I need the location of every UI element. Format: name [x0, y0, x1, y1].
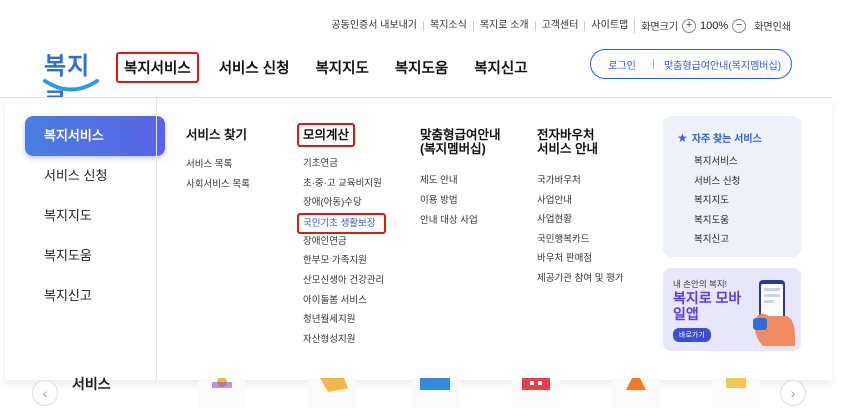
carousel-item-icon[interactable] [512, 378, 560, 408]
column-title-find[interactable]: 서비스 찾기 [186, 128, 250, 142]
side-divider [156, 98, 157, 380]
logo[interactable]: 복지로 [40, 44, 102, 115]
side-item-welfare-report[interactable]: 복지신고 [25, 276, 165, 316]
nav-service-apply[interactable]: 서비스 신청 [219, 57, 290, 78]
frequent-link[interactable]: 복지신고 [694, 231, 801, 251]
menu-link[interactable]: 기초연금 [303, 155, 386, 175]
menu-link[interactable]: 바우처 판매점 [537, 250, 624, 270]
column-title-calc[interactable]: 모의계산 [297, 123, 356, 147]
menu-link[interactable]: 국가바우처 [537, 172, 624, 192]
side-menu: 복지서비스 서비스 신청 복지지도 복지도움 복지신고 [25, 116, 165, 316]
menu-link[interactable]: 이용 방법 [420, 192, 512, 212]
menu-link[interactable]: 초·중·고 교육비지원 [303, 175, 386, 195]
mobile-app-banner[interactable]: 내 손안의 복지! 복지로 모바일앱 바로가기 [663, 268, 801, 351]
carousel-item-icon[interactable] [308, 378, 356, 408]
menu-link[interactable]: 청년월세지원 [303, 311, 386, 331]
banner-go-button[interactable]: 바로가기 [673, 328, 711, 342]
nav-welfare-map[interactable]: 복지지도 [315, 57, 368, 78]
menu-link[interactable]: 제도 안내 [420, 172, 512, 192]
frequent-link[interactable]: 서비스 신청 [694, 173, 801, 193]
carousel-item-icon[interactable] [412, 378, 460, 408]
utility-link-support[interactable]: 고객센터 [534, 20, 585, 31]
hand-icon [320, 378, 348, 392]
login-box: 로그인 맞춤형급여안내(복지멤버십) [590, 49, 792, 79]
frequent-services-label: 자주 찾는 서비스 [691, 134, 762, 145]
menu-link[interactable]: 국민행복카드 [537, 231, 624, 251]
menu-column-voucher: 전자바우처 서비스 안내 국가바우처 사업안내 사업현황 국민행복카드 바우처 … [537, 128, 624, 290]
column-title-membership[interactable]: 맞춤형급여안내 (복지멤버십) [420, 128, 512, 156]
cone-icon [626, 378, 646, 390]
menu-column-find: 서비스 찾기 서비스 목록 사회서비스 목록 [186, 128, 250, 196]
zoom-in-button[interactable]: + [682, 18, 697, 33]
carousel-label: 서비스 [72, 376, 111, 392]
utility-link-about[interactable]: 복지로 소개 [472, 20, 535, 31]
column-title-voucher[interactable]: 전자바우처 서비스 안내 [537, 128, 607, 156]
membership-guide-button[interactable]: 맞춤형급여안내(복지멤버십) [654, 57, 791, 72]
menu-link[interactable]: 아이돌봄 서비스 [303, 292, 386, 312]
frequent-link[interactable]: 복지서비스 [694, 153, 801, 173]
frequent-link[interactable]: 복지지도 [694, 192, 801, 212]
menu-link[interactable]: 장애(아동)수당 [303, 194, 386, 214]
document-icon [726, 378, 746, 388]
side-item-welfare-help[interactable]: 복지도움 [25, 236, 165, 276]
carousel-item-icon[interactable] [198, 377, 246, 408]
menu-link[interactable]: 자산형성지원 [303, 331, 386, 351]
menu-link[interactable]: 산모신생아 건강관리 [303, 272, 386, 292]
menu-link-basic-livelihood[interactable]: 국민기초 생활보장 [297, 212, 386, 234]
frequent-services-title: ★ 자주 찾는 서비스 [677, 130, 801, 146]
frequent-services-box: ★ 자주 찾는 서비스 복지서비스 서비스 신청 복지지도 복지도움 복지신고 [663, 116, 801, 257]
menu-column-membership: 맞춤형급여안내 (복지멤버십) 제도 안내 이용 방법 안내 대상 사업 [420, 128, 512, 232]
zoom-value: 100% [700, 19, 729, 32]
carousel-item-icon[interactable] [612, 378, 660, 408]
side-item-welfare-service[interactable]: 복지서비스 [25, 116, 165, 156]
side-item-welfare-map[interactable]: 복지지도 [25, 196, 165, 236]
main-nav: 복지서비스 서비스 신청 복지지도 복지도움 복지신고 [116, 52, 554, 83]
mega-menu-panel: 복지서비스 서비스 신청 복지지도 복지도움 복지신고 서비스 찾기 서비스 목… [5, 98, 832, 380]
frequent-link[interactable]: 복지도움 [694, 212, 801, 232]
nav-welfare-help[interactable]: 복지도움 [395, 57, 448, 78]
logo-smile-icon [43, 79, 99, 92]
utility-bar: 공동인증서 내보내기 복지소식 복지로 소개 고객센터 사이트맵 화면크기 + … [325, 18, 791, 33]
menu-link[interactable]: 장애인연금 [303, 233, 386, 253]
utility-link-sitemap[interactable]: 사이트맵 [584, 20, 634, 31]
utility-link-news[interactable]: 복지소식 [423, 20, 473, 31]
phone-hand-icon [753, 280, 795, 346]
print-button[interactable]: 화면인쇄 [746, 18, 791, 33]
zoom-out-button[interactable]: − [732, 18, 747, 33]
nav-welfare-report[interactable]: 복지신고 [474, 57, 527, 78]
nav-welfare-service[interactable]: 복지서비스 [116, 52, 199, 83]
menu-link[interactable]: 안내 대상 사업 [420, 212, 512, 232]
star-icon: ★ [677, 130, 688, 145]
banner-subtitle: 내 손안의 복지! [673, 279, 728, 289]
login-button[interactable]: 로그인 [591, 57, 653, 72]
zoom-label: 화면크기 [641, 22, 679, 33]
menu-link[interactable]: 사회서비스 목록 [186, 176, 250, 196]
zoom-control: 화면크기 + 100% − [634, 18, 747, 33]
service-carousel-peek: ‹ 서비스 › [0, 376, 843, 420]
menu-link[interactable]: 한부모 가족지원 [303, 252, 386, 272]
menu-link[interactable]: 사업안내 [537, 192, 624, 212]
side-item-service-apply[interactable]: 서비스 신청 [25, 156, 165, 196]
carousel-prev-button[interactable]: ‹ [32, 380, 58, 406]
carousel-item-icon[interactable] [712, 378, 760, 408]
carousel-next-button[interactable]: › [780, 380, 806, 406]
banner-title: 복지로 모바일앱 [673, 290, 742, 322]
menu-link[interactable]: 제공기관 참여 및 평가 [537, 270, 624, 290]
building-icon [522, 378, 550, 390]
menu-link[interactable]: 사업현황 [537, 211, 624, 231]
award-icon [212, 377, 232, 388]
card-icon [420, 378, 450, 390]
utility-link-cert[interactable]: 공동인증서 내보내기 [325, 20, 423, 31]
menu-column-calc: 모의계산 기초연금 초·중·고 교육비지원 장애(아동)수당 국민기초 생활보장… [297, 123, 386, 351]
menu-link[interactable]: 서비스 목록 [186, 156, 250, 176]
